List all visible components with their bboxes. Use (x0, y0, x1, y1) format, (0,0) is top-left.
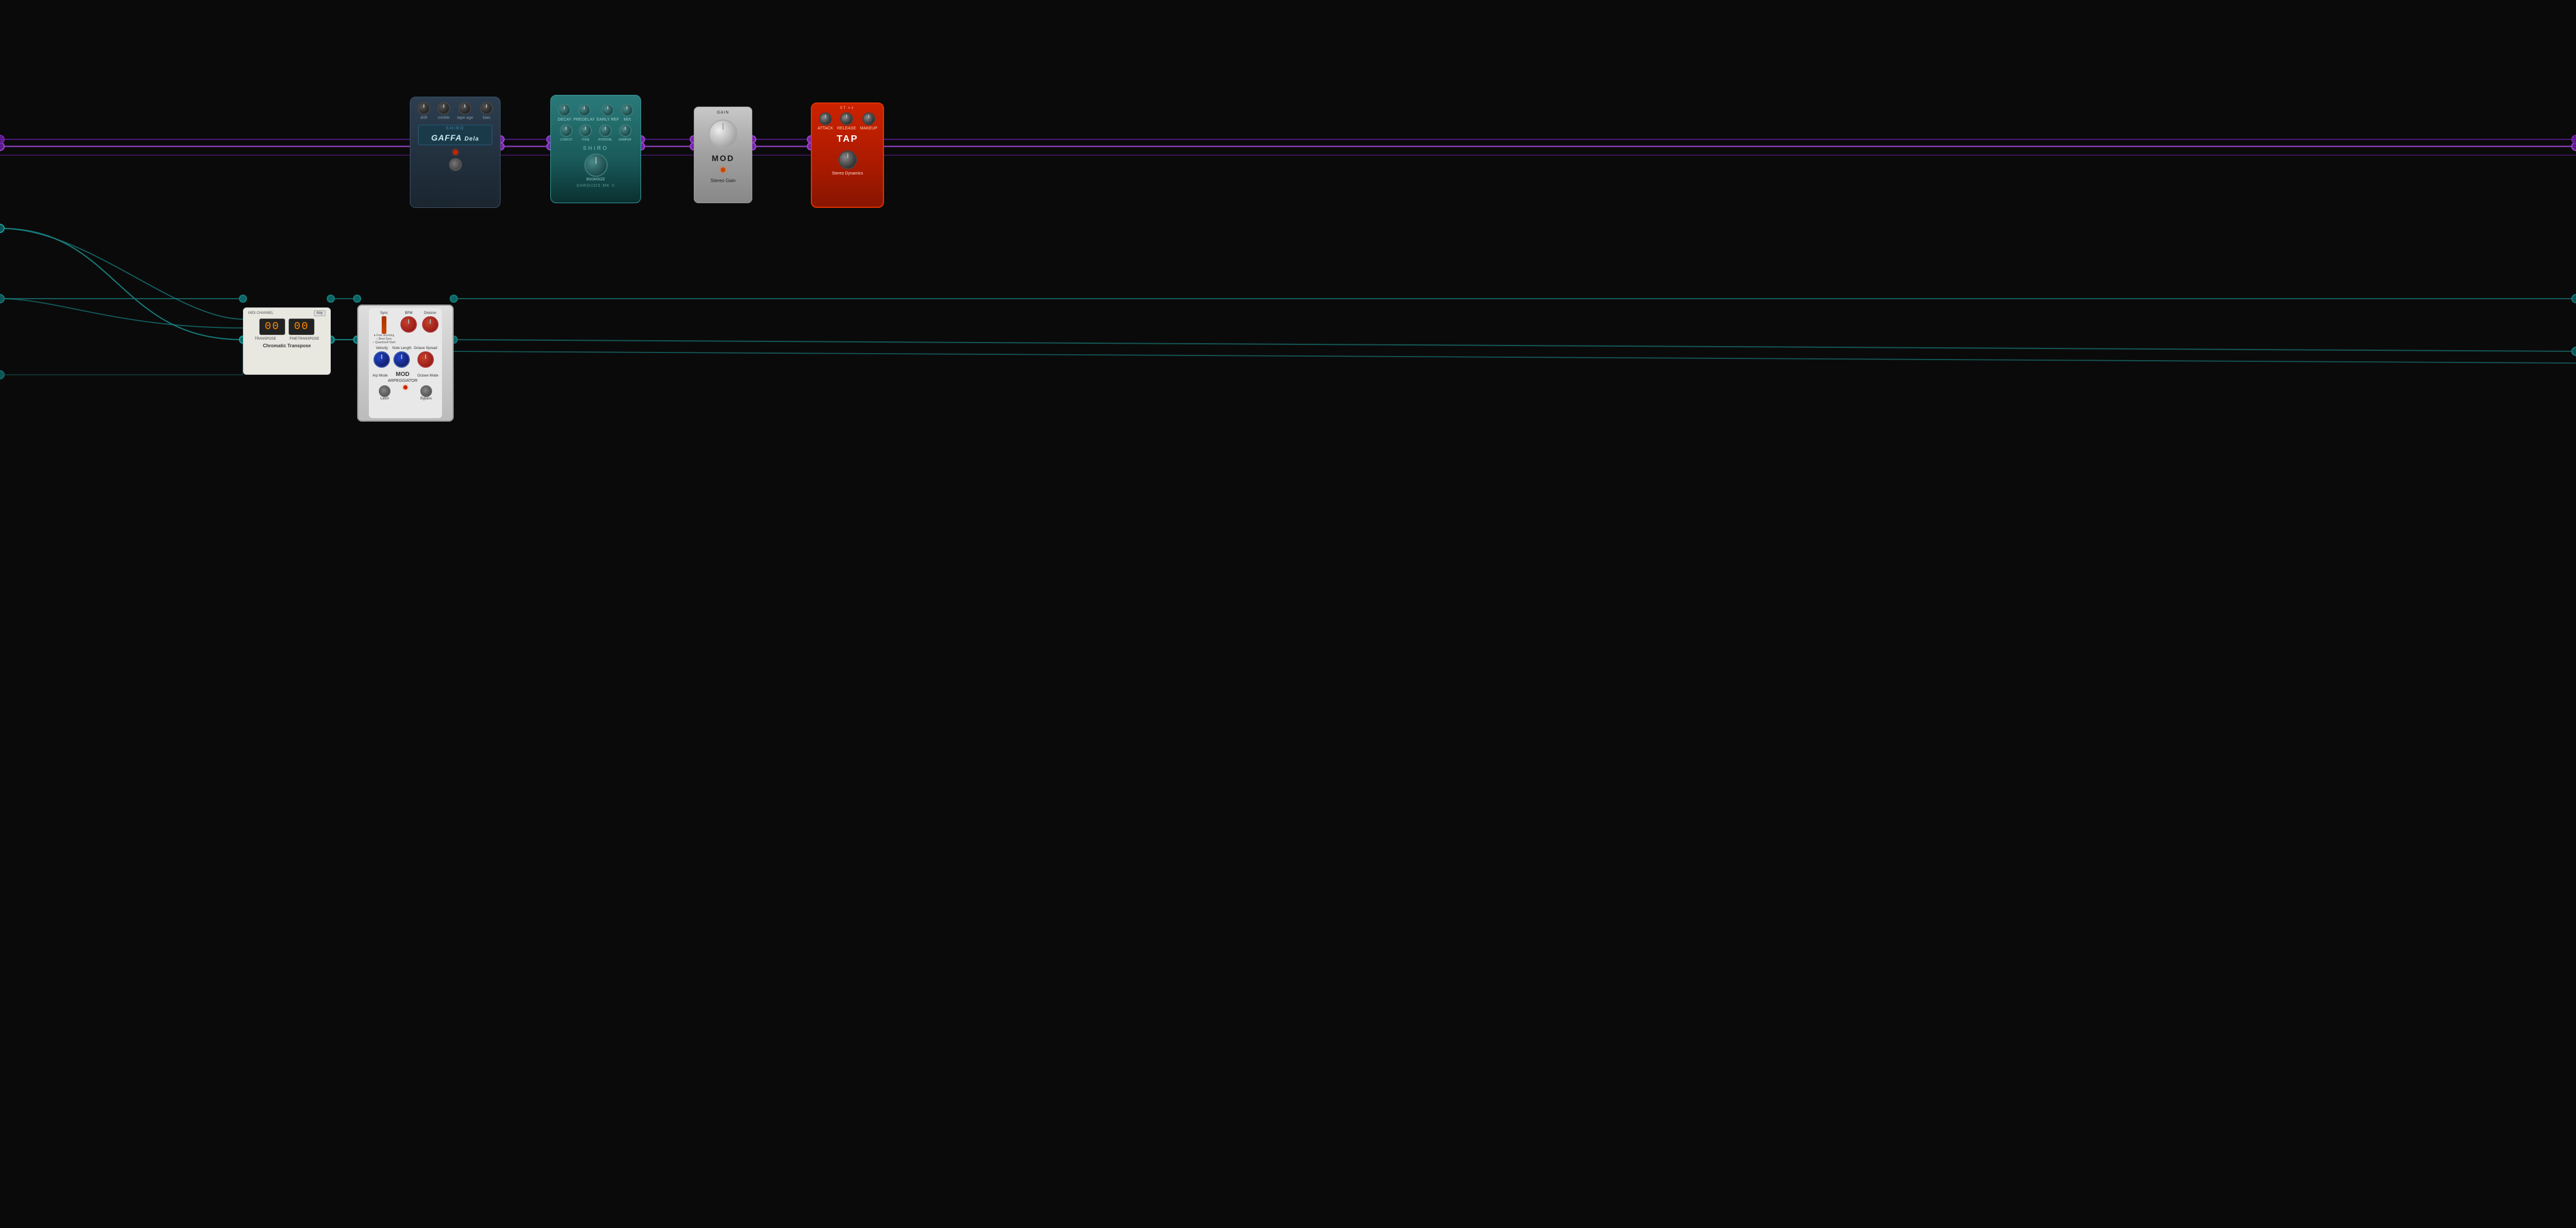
chromatic-transpose-pedal: MIDI CHANNEL Any 00 00 TRANSPOSE FINETRA… (243, 307, 331, 375)
shrouds-decay-knob[interactable]: DECAY (558, 104, 572, 122)
stereo-gain-name: Stereo Gain (711, 178, 736, 183)
arp-velocity-label: Velocity (376, 347, 388, 350)
tap-dynamics-name: Stereo Dynamics (832, 172, 863, 176)
ct-name: Chromatic Transpose (263, 343, 311, 348)
ct-transpose-display: 00 (259, 319, 285, 335)
arp-notelength-knob[interactable] (393, 351, 410, 368)
tap-logo: TAP (837, 134, 858, 145)
shrouds-lowcut-knob[interactable]: LOWCUT (560, 124, 573, 142)
stereo-gain-led (721, 167, 725, 172)
gaffa-led (453, 150, 458, 155)
shrouds-predelay-knob[interactable]: PREDELAY (573, 104, 595, 122)
ct-midi-channel[interactable]: Any (314, 310, 326, 316)
ct-label-right: FINETRANSPOSE (290, 337, 320, 341)
tap-makeup-knob[interactable]: MAKEUP (860, 112, 878, 131)
shrouds-model: SHROUDS MK II (553, 184, 638, 188)
arp-name: ARPEGGIATOR (388, 379, 417, 383)
tap-dynamics-top-label: ST4:8 (838, 104, 858, 112)
shrouds-damper-knob[interactable]: DAMPER (619, 124, 632, 142)
gaffa-display-text: GAFFA Dela (431, 133, 479, 142)
tap-dynamics-pedal: ST4:8 ATTACK RELEASE MAKEUP TAP Stereo D… (811, 102, 884, 208)
arp-sync-options: ● Free Running ○ Beat Sync ○ Quantized S… (372, 334, 395, 344)
connections-canvas (0, 0, 2576, 1228)
arp-bpm-label: BPM (405, 312, 413, 315)
shrouds-boomsize-knob[interactable]: BOOMSIZE (584, 153, 608, 182)
mod-logo: MOD (712, 153, 735, 163)
arp-led (403, 385, 407, 389)
ct-label-left: TRANSPOSE (255, 337, 276, 341)
arp-mod-logo: MOD (396, 371, 409, 378)
arp-bypass-label: Bypass (420, 397, 432, 401)
shrouds-interval-knob[interactable]: INTERVAL (598, 124, 612, 142)
arp-sync-indicator (382, 316, 386, 334)
arp-sync-label: Sync (380, 312, 388, 315)
shrouds-tone-knob[interactable]: TONE (579, 124, 592, 142)
arp-octavemode-label: Octave Mode (417, 374, 439, 378)
shrouds-mix-knob[interactable]: MIX (621, 104, 633, 122)
arp-latch-switch[interactable] (379, 385, 390, 397)
tap-attack-knob[interactable]: ATTACK (817, 112, 833, 131)
arp-bpm-knob[interactable] (400, 316, 417, 333)
arp-notelength-label: Note Length (392, 347, 412, 350)
arp-latch-label: Latch (381, 397, 389, 401)
gaffa-bias-knob[interactable]: bias (480, 102, 493, 120)
gaffa-crinkle-knob[interactable]: crinkle (437, 102, 450, 120)
shrouds-brand: SHIRO (553, 145, 638, 151)
mod-arpeggiator-pedal: Sync ● Free Running ○ Beat Sync ○ Quanti… (357, 305, 454, 422)
arp-division-knob[interactable] (422, 316, 439, 333)
gaffa-tapeage-knob[interactable]: tape age (457, 102, 473, 120)
stereo-gain-pedal: GAIN MOD Stereo Gain (694, 107, 752, 203)
gaffa-footswitch[interactable] (449, 158, 462, 171)
stereo-gain-knob[interactable] (708, 119, 738, 149)
arp-octavespread-knob[interactable] (417, 351, 434, 368)
shrouds-earlyref-knob[interactable]: EARLY REF (597, 104, 619, 122)
tap-main-knob[interactable] (838, 150, 857, 169)
gaffa-delay-pedal: drift crinkle tape age bias SHIRO GAFFA … (410, 97, 501, 208)
arp-velocity-knob[interactable] (374, 351, 390, 368)
stereo-gain-label: GAIN (717, 111, 729, 115)
tap-release-knob[interactable]: RELEASE (837, 112, 856, 131)
arp-octavespread-label: Octave Spread (414, 347, 437, 350)
shrouds-mkii-pedal: DECAY PREDELAY EARLY REF MIX LOWCUT (550, 95, 641, 203)
ct-finetranspose-display: 00 (289, 319, 314, 335)
arp-bypass-switch[interactable] (420, 385, 432, 397)
arp-mode-label: Arp Mode (372, 374, 388, 378)
gaffa-drift-knob[interactable]: drift (417, 102, 430, 120)
arp-division-label: Division (424, 312, 436, 315)
